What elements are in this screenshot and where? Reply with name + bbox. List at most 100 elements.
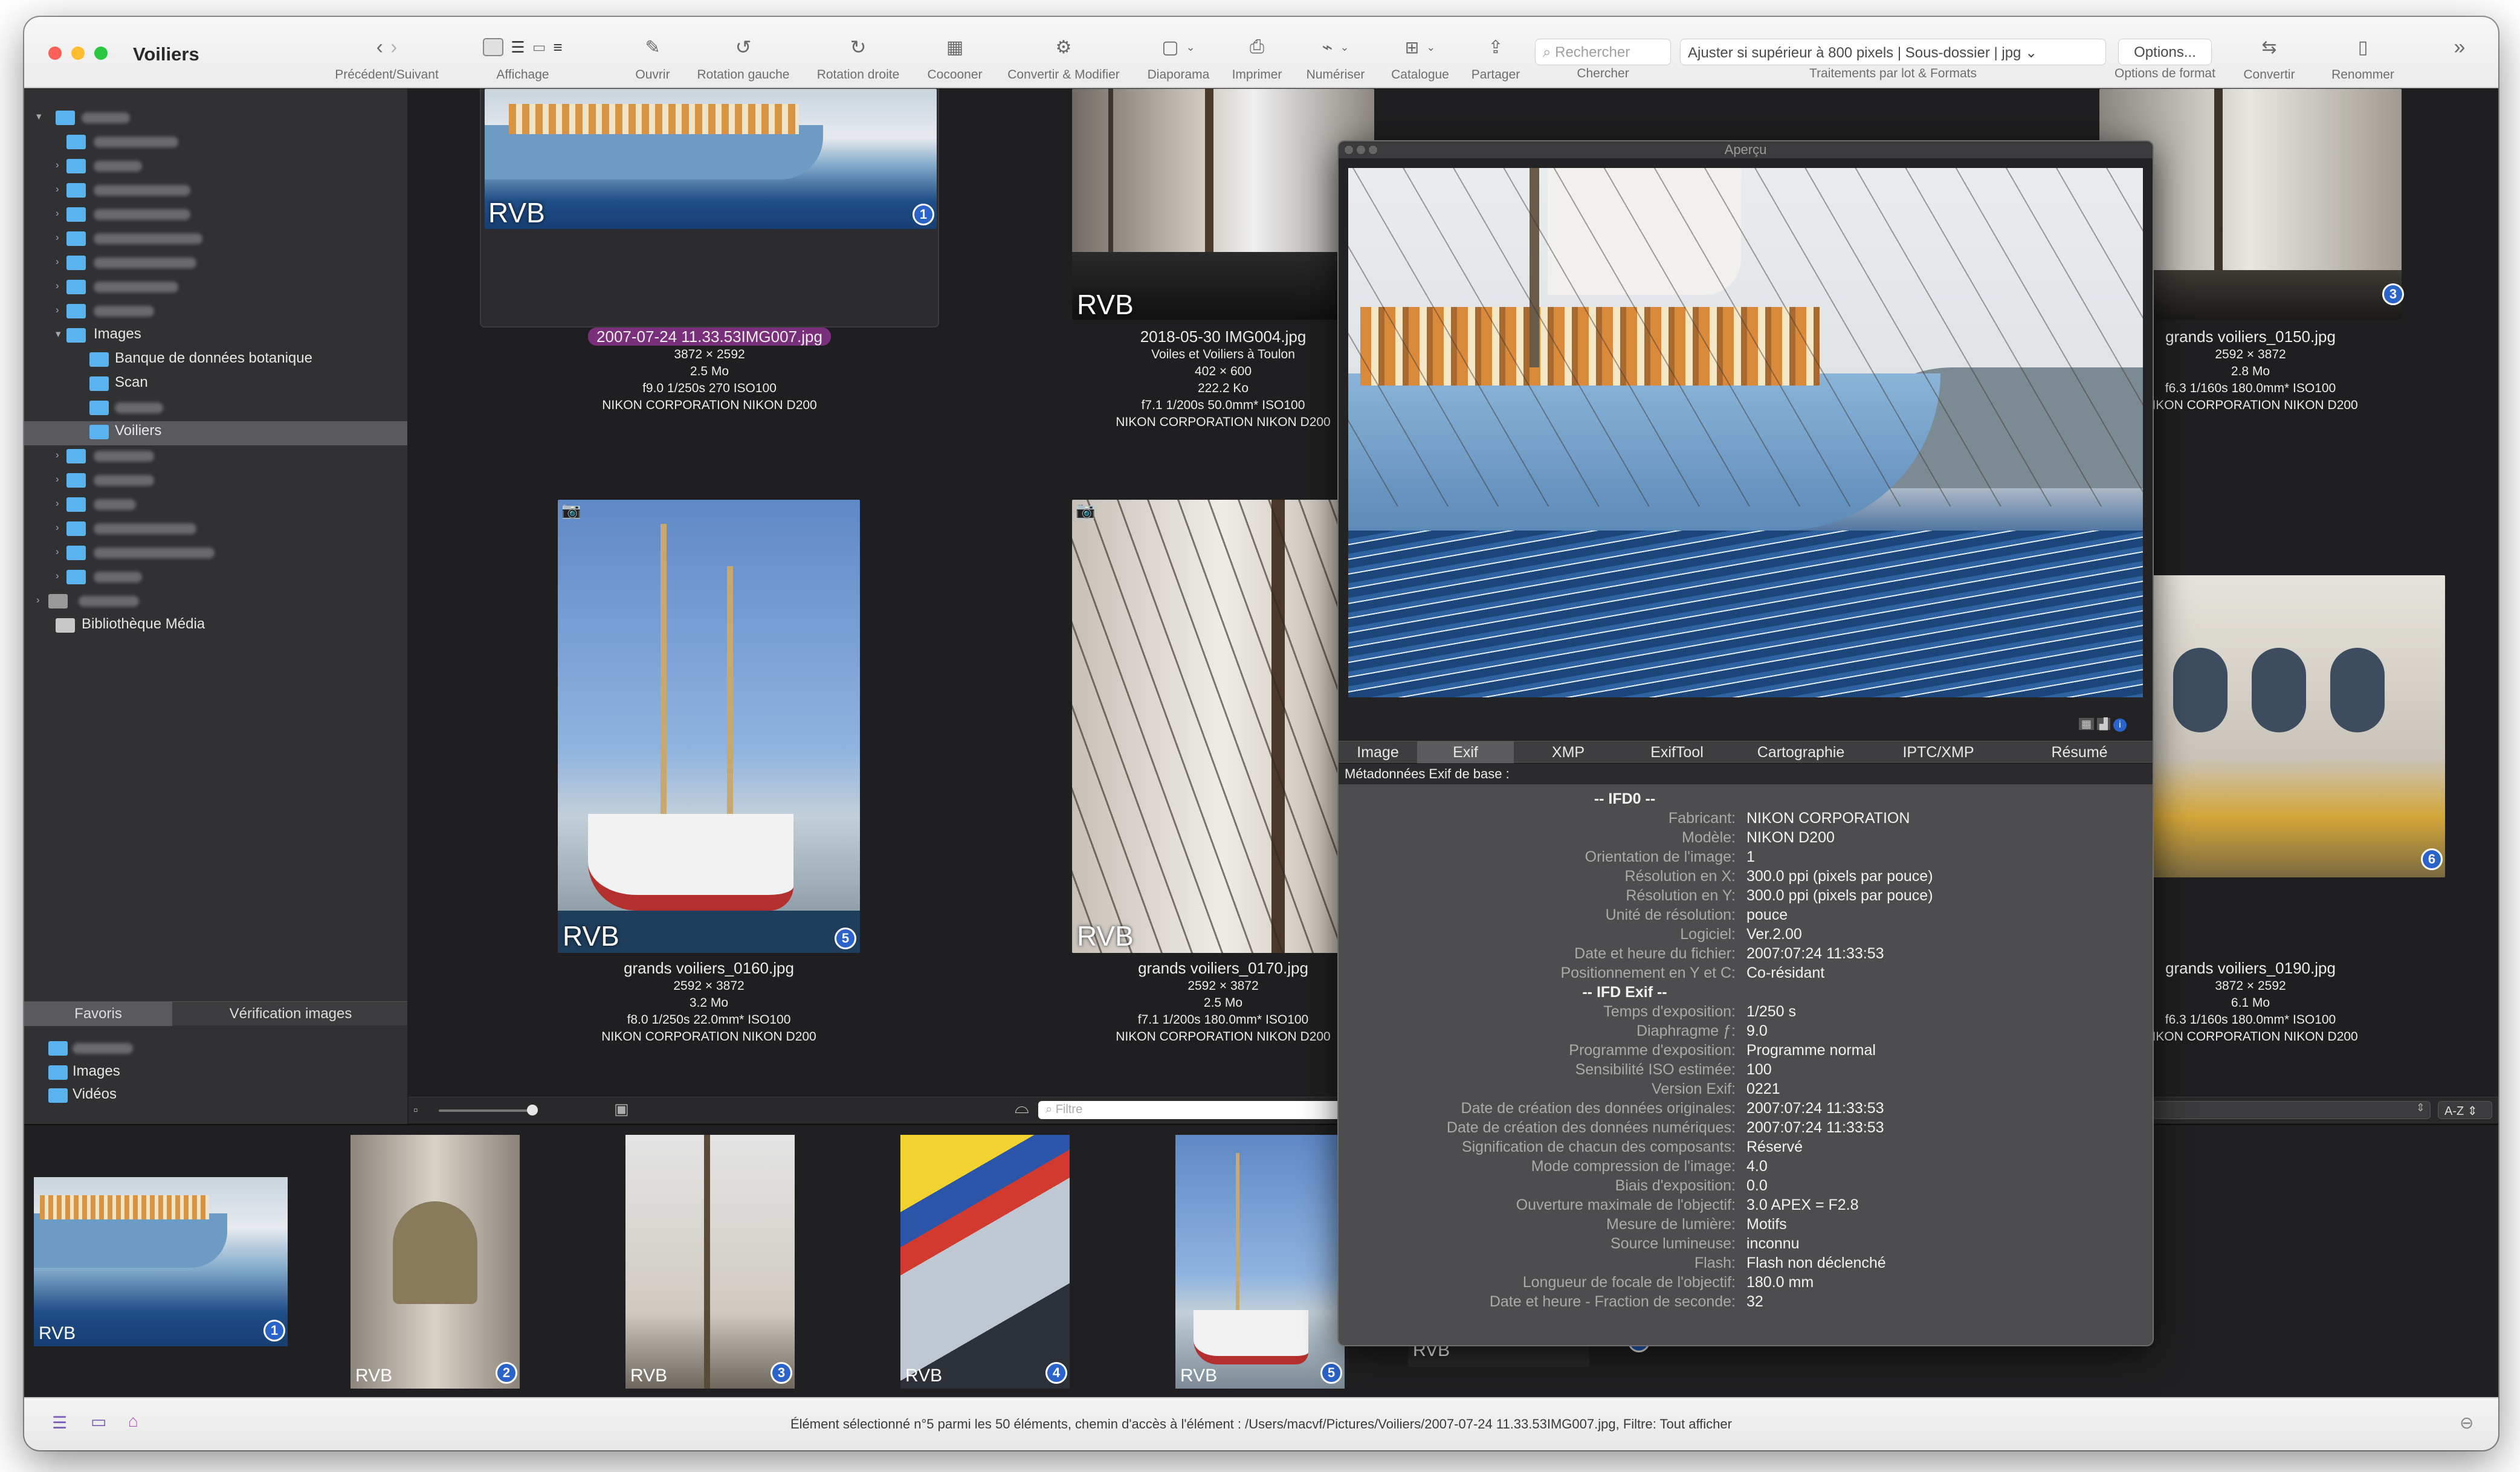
rotate-right-button[interactable]: ↻ Rotation droite	[804, 31, 913, 82]
list-view-icon[interactable]: ☰	[511, 38, 525, 57]
tab-resume[interactable]: Résumé	[2006, 741, 2153, 763]
search-input[interactable]: ⌕ Rechercher	[1535, 39, 1671, 65]
thumbnail-cell[interactable]: RVB 1	[480, 89, 939, 328]
filmstrip-thumbnail[interactable]: RVB 2	[351, 1135, 520, 1389]
thumbnail-image[interactable]	[485, 89, 937, 229]
thumbnail-image[interactable]	[1072, 500, 1374, 953]
tree-item[interactable]: ›	[24, 590, 407, 615]
scan-button[interactable]: ⌁ ⌄ Numériser	[1296, 31, 1375, 82]
print-button[interactable]: ⎙ Imprimer	[1224, 31, 1290, 82]
tab-image[interactable]: Image	[1339, 741, 1417, 763]
filmstrip-thumbnail[interactable]: RVB 3	[625, 1135, 795, 1389]
preview-image[interactable]	[1348, 168, 2143, 697]
grid-view-icon[interactable]	[483, 38, 504, 56]
rotate-left-button[interactable]: ↺ Rotation gauche	[686, 31, 801, 82]
thumbnail-cell[interactable]: 📷 RVB	[1072, 500, 1374, 953]
nav-buttons[interactable]: ‹ › Précédent/Suivant	[326, 31, 447, 82]
open-button[interactable]: ✎ Ouvrir	[622, 31, 683, 82]
tab-exif[interactable]: Exif	[1417, 741, 1514, 763]
tree-item-root[interactable]: ▾	[24, 107, 407, 131]
tree-item-scan[interactable]: Scan	[24, 373, 407, 397]
tree-item[interactable]: ›	[24, 179, 407, 204]
thumbnail-cell[interactable]: 📷 RVB 5	[558, 500, 860, 953]
rename-button[interactable]: ▯ Renommer	[2315, 31, 2411, 82]
tree-item[interactable]: ›	[24, 518, 407, 542]
catalog-button[interactable]: ⊞ ⌄ Catalogue	[1381, 31, 1459, 82]
zoom-window-button[interactable]	[1369, 146, 1377, 154]
detail-view-icon[interactable]: ≡	[553, 38, 562, 57]
sort-field-select[interactable]: ⇕	[2153, 1101, 2431, 1119]
convert-button[interactable]: ⇆ Convertir	[2230, 31, 2308, 82]
preview-titlebar[interactable]: Aperçu	[1339, 141, 2153, 158]
format-options-button[interactable]: Options...	[2118, 39, 2212, 65]
histogram-icon[interactable]: ▟	[2097, 718, 2110, 730]
filmstrip-view-icon[interactable]: ▭	[532, 39, 546, 56]
cocooner-button[interactable]: ▦ Cocooner	[919, 31, 991, 82]
tree-item-banque[interactable]: Banque de données botanique	[24, 349, 407, 373]
thumbnail-image[interactable]	[2131, 575, 2445, 877]
fav-item[interactable]	[24, 1038, 407, 1062]
convert-modify-button[interactable]: ⚙ Convertir & Modifier	[994, 31, 1133, 82]
tree-item-voiliers[interactable]: Voiliers	[24, 421, 407, 445]
share-button[interactable]: ⇪ Partager	[1462, 31, 1529, 82]
glasses-icon[interactable]: ⌓	[1015, 1097, 1029, 1118]
tab-iptc-xmp[interactable]: IPTC/XMP	[1870, 741, 2006, 763]
tree-item[interactable]: ›	[24, 276, 407, 300]
dimensions: 2592 × 3872	[673, 979, 745, 993]
tree-item-mediatheque[interactable]: Bibliothèque Média	[24, 615, 407, 639]
thumbnail-image[interactable]	[558, 500, 860, 953]
slideshow-button[interactable]: ▢ ⌄ Diaporama	[1139, 31, 1218, 82]
toolbar-overflow-button[interactable]: »	[2441, 31, 2478, 63]
tree-item[interactable]: ›	[24, 566, 407, 590]
filmstrip-thumbnail[interactable]: RVB 1	[34, 1177, 288, 1346]
thumbnail-image[interactable]	[1072, 89, 1374, 320]
chevron-right-icon[interactable]: ›	[390, 36, 397, 59]
file-name[interactable]: 2007-07-24 11.33.53IMG007.jpg	[588, 328, 831, 346]
info-icon[interactable]: i	[2113, 718, 2127, 732]
metadata-row: Fabricant: NIKON CORPORATION	[1339, 810, 2153, 829]
minimize-window-button[interactable]	[71, 47, 85, 60]
tree-item[interactable]: ›	[24, 204, 407, 228]
tree-item[interactable]	[24, 397, 407, 421]
filmstrip-thumbnail[interactable]: RVB 5	[1175, 1135, 1345, 1389]
preview-tools[interactable]: ▦ ▟ i	[2079, 718, 2127, 732]
metadata-section-header: Métadonnées Exif de base :	[1339, 764, 2153, 784]
tree-item[interactable]: ›	[24, 252, 407, 276]
fav-item-videos[interactable]: Vidéos	[24, 1085, 407, 1109]
exif-metadata-panel: Métadonnées Exif de base : -- IFD0 -- Fab…	[1339, 764, 2153, 1345]
sort-order-select[interactable]: A-Z ⇕	[2438, 1101, 2492, 1119]
file-name[interactable]: grands voiliers_0160.jpg	[515, 959, 902, 978]
tab-exiftool[interactable]: ExifTool	[1623, 741, 1731, 763]
tree-item[interactable]: ›	[24, 542, 407, 566]
fav-item-images[interactable]: Images	[24, 1062, 407, 1086]
thumbnail-cell[interactable]: RVB	[1072, 89, 1374, 321]
chevron-left-icon[interactable]: ‹	[376, 36, 383, 59]
thumbnail-cell[interactable]: 6	[2131, 575, 2445, 877]
minus-circle-icon[interactable]: ⊖	[2460, 1413, 2473, 1433]
tree-item-images[interactable]: ▾ Images	[24, 324, 407, 349]
zoom-slider-thumb[interactable]	[527, 1105, 538, 1115]
tree-item[interactable]: ›	[24, 300, 407, 324]
filmstrip-thumbnail[interactable]: RVB 4	[900, 1135, 1070, 1389]
batch-format-select[interactable]: Ajuster si supérieur à 800 pixels | Sous…	[1680, 39, 2106, 65]
tree-item[interactable]: ›	[24, 445, 407, 470]
zoom-slider-track[interactable]	[439, 1109, 529, 1112]
tab-favoris[interactable]: Favoris	[24, 1002, 172, 1026]
tree-item[interactable]: ›	[24, 155, 407, 179]
tree-item[interactable]	[24, 131, 407, 155]
filter-input[interactable]: ⌕ Filtre	[1038, 1101, 1340, 1119]
tree-item[interactable]: ›	[24, 228, 407, 252]
tab-cartographie[interactable]: Cartographie	[1731, 741, 1870, 763]
tab-xmp[interactable]: XMP	[1514, 741, 1623, 763]
tab-verification[interactable]: Vérification images	[174, 1002, 407, 1026]
tree-item[interactable]: ›	[24, 494, 407, 518]
view-mode-control[interactable]: ☰ ▭ ≡ Affichage	[462, 31, 583, 82]
options-caption: Options de format	[2103, 66, 2227, 81]
zoom-100-icon[interactable]: ▦	[2079, 718, 2095, 730]
preview-panel[interactable]: Aperçu ▦ ▟ i Image Exif XMP ExifTool Car…	[1339, 141, 2153, 1345]
close-window-button[interactable]	[1345, 146, 1353, 154]
tree-item[interactable]: ›	[24, 470, 407, 494]
close-window-button[interactable]	[48, 47, 62, 60]
minimize-window-button[interactable]	[1357, 146, 1365, 154]
zoom-window-button[interactable]	[94, 47, 108, 60]
